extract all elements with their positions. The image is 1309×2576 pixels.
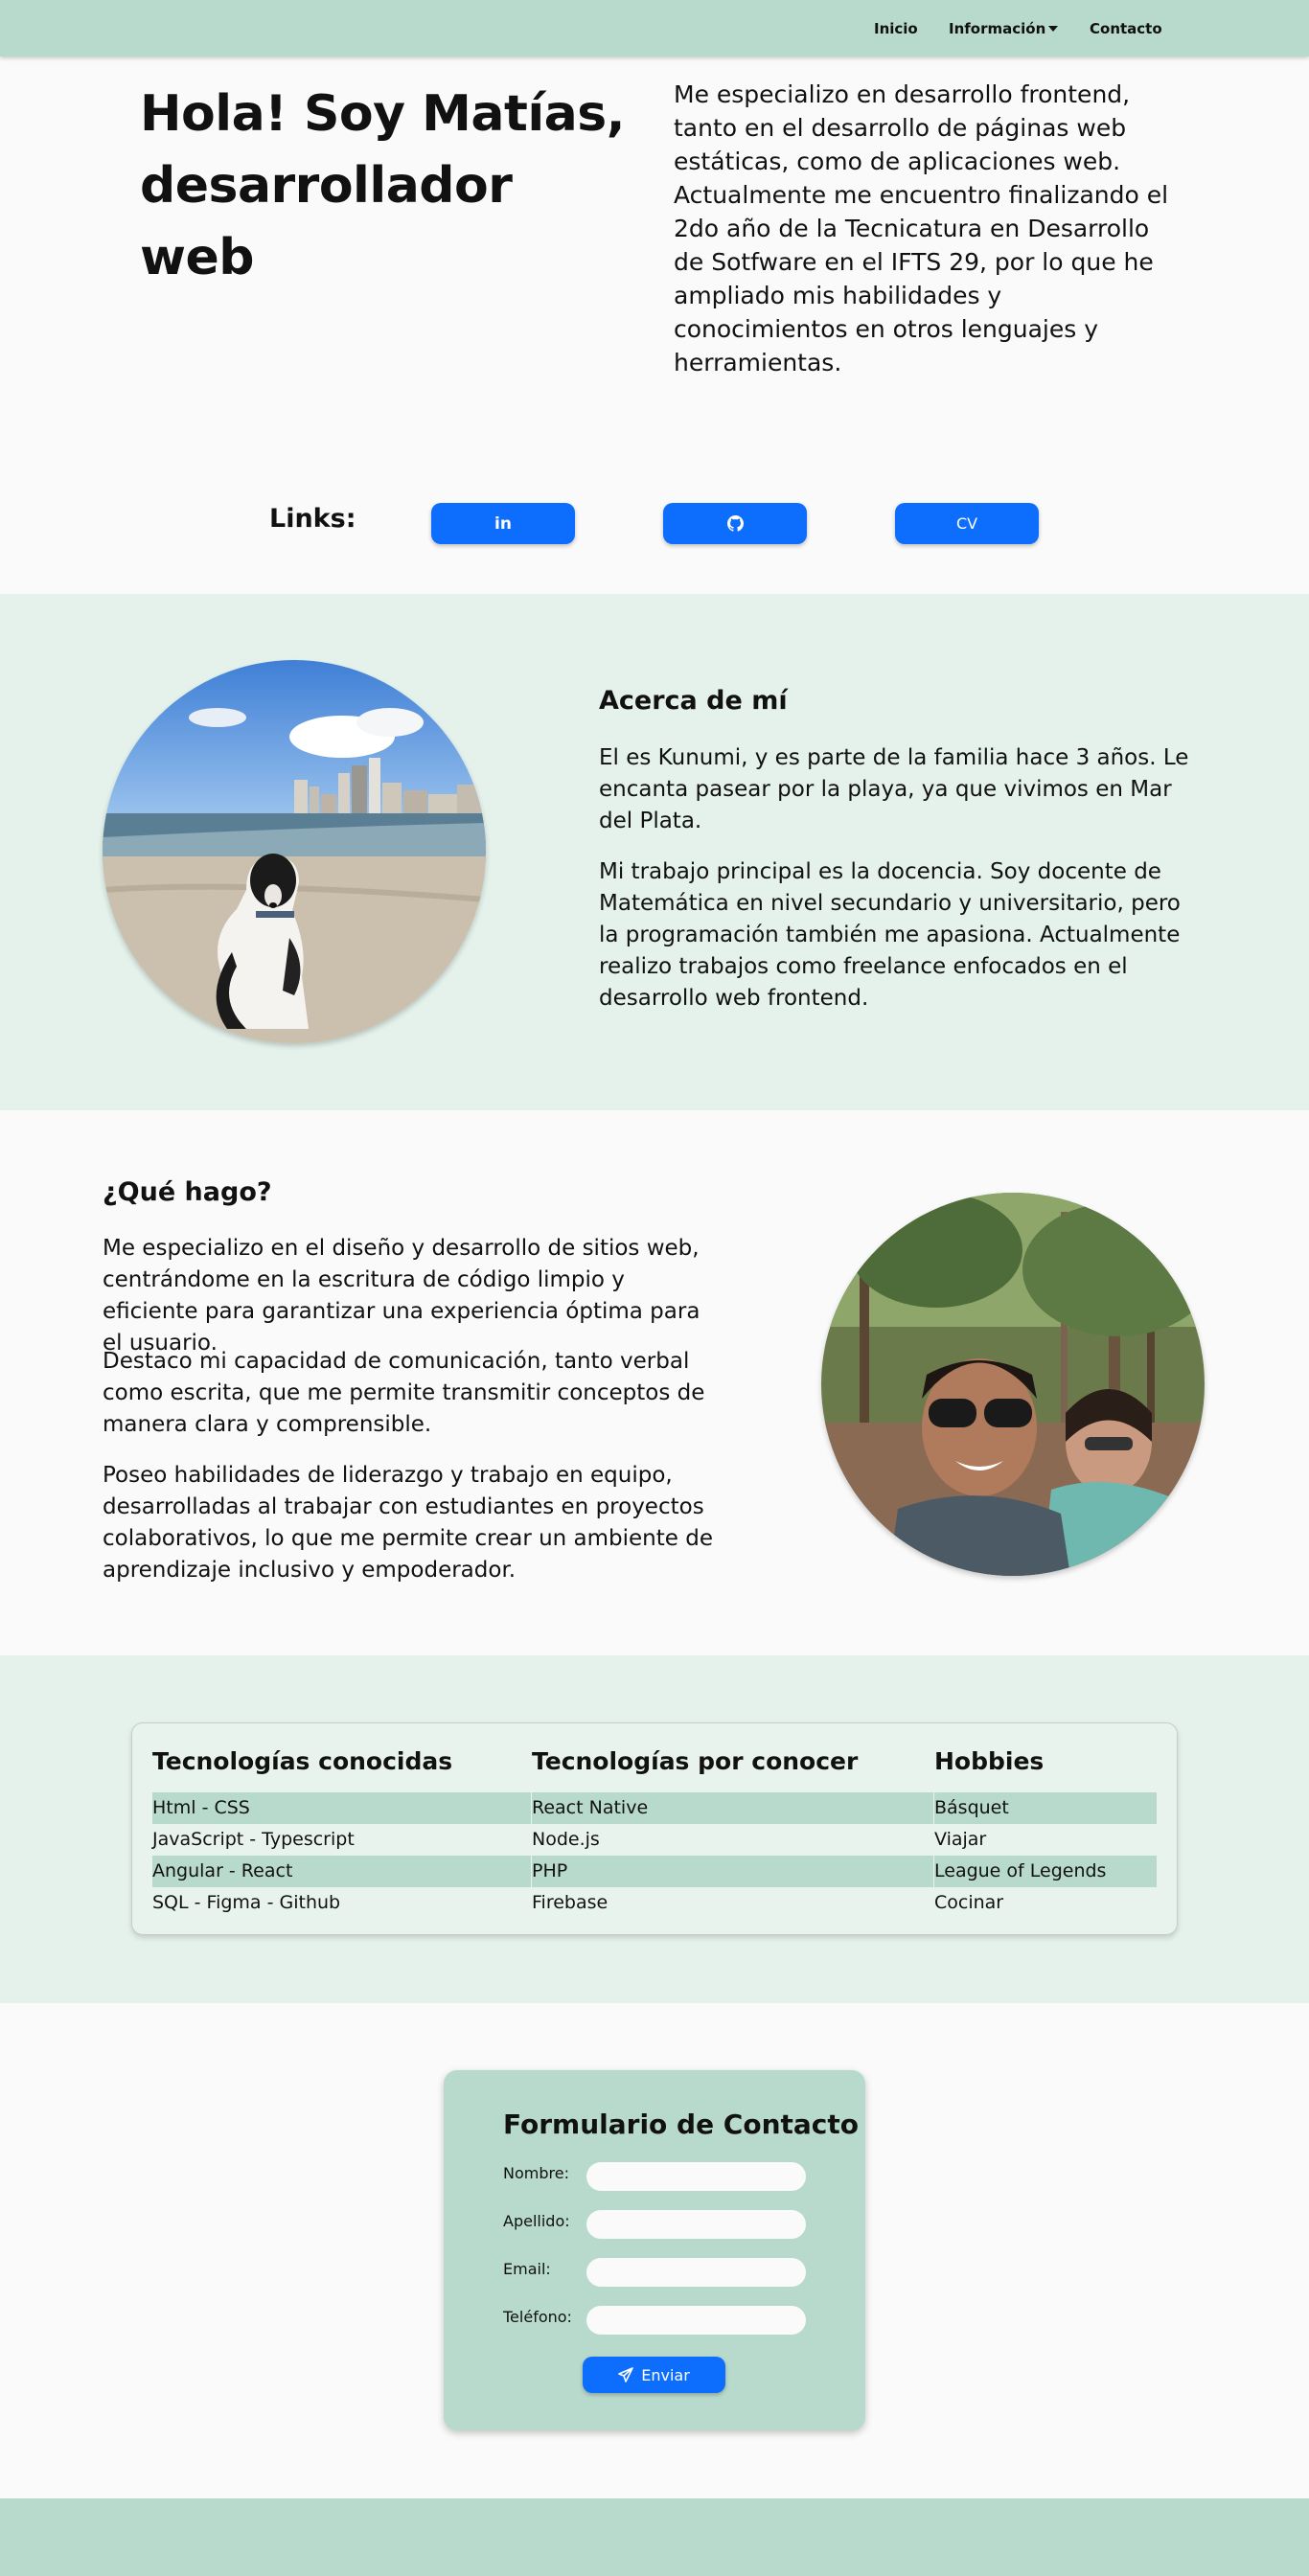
nombre-label: Nombre:: [503, 2164, 569, 2182]
email-input[interactable]: [586, 2258, 806, 2287]
github-icon: [726, 515, 744, 532]
github-button[interactable]: [663, 503, 807, 544]
dog-photo: [103, 660, 486, 1043]
selfie-photo: [821, 1193, 1205, 1576]
nombre-input[interactable]: [586, 2162, 806, 2191]
tech-column-known: Tecnologías conocidas Html - CSS JavaScr…: [152, 1744, 531, 1919]
hero-title: Hola! Soy Matías, desarrollador web: [140, 79, 638, 294]
tech-item: React Native: [532, 1792, 933, 1824]
tech-column-title: Tecnologías por conocer: [532, 1747, 859, 1775]
tech-item: Angular - React: [152, 1856, 531, 1887]
email-label: Email:: [503, 2260, 551, 2278]
nav-dropdown-informacion[interactable]: Información: [949, 20, 1059, 37]
what-title: ¿Qué hago?: [103, 1177, 272, 1207]
cv-button[interactable]: CV: [895, 503, 1039, 544]
what-paragraph-3: Poseo habilidades de liderazgo y trabajo…: [103, 1463, 713, 1583]
about-paragraph-1: El es Kunumi, y es parte de la familia h…: [599, 745, 1189, 833]
apellido-input[interactable]: [586, 2210, 806, 2239]
what-paragraph-1: Me especializo en el diseño y desarrollo…: [103, 1236, 700, 1356]
selfie-forest-image: [821, 1193, 1205, 1576]
what-paragraph-2: Destaco mi capacidad de comunicación, ta…: [103, 1349, 705, 1437]
tech-item: Cocinar: [934, 1892, 1004, 1913]
nav-dropdown-label: Información: [949, 20, 1046, 37]
tech-item: Firebase: [532, 1892, 609, 1913]
hero-title-line-2: desarrollador web: [140, 157, 513, 286]
apellido-label: Apellido:: [503, 2212, 570, 2230]
tech-section: Tecnologías conocidas Html - CSS JavaScr…: [0, 1655, 1309, 2003]
tech-item: Básquet: [934, 1792, 1157, 1824]
tech-column-hobbies: Hobbies Básquet Viajar League of Legends…: [934, 1744, 1157, 1919]
dog-beach-image: [103, 660, 486, 1043]
send-icon: [618, 2367, 634, 2382]
navbar: Inicio Información Contacto: [0, 0, 1309, 57]
about-section: Acerca de mí El es Kunumi, y es parte de…: [0, 594, 1309, 1110]
tech-item: Viajar: [934, 1829, 987, 1850]
tech-card: Tecnologías conocidas Html - CSS JavaScr…: [131, 1722, 1178, 1935]
telefono-label: Teléfono:: [503, 2308, 572, 2326]
contact-form-title: Formulario de Contacto: [503, 2109, 860, 2140]
linkedin-button[interactable]: in: [431, 503, 575, 544]
tech-item: Node.js: [532, 1829, 600, 1850]
nav-link-inicio[interactable]: Inicio: [874, 20, 918, 37]
caret-down-icon: [1048, 26, 1059, 32]
tech-column-title: Hobbies: [934, 1747, 1045, 1775]
tech-item: League of Legends: [934, 1856, 1157, 1887]
send-button-label: Enviar: [641, 2365, 690, 2384]
footer: [0, 2498, 1309, 2576]
hero-title-line-1: Hola! Soy Matías,: [140, 85, 625, 143]
tech-item: JavaScript - Typescript: [152, 1829, 355, 1850]
telefono-input[interactable]: [586, 2306, 806, 2335]
tech-item: Html - CSS: [152, 1792, 531, 1824]
tech-item: SQL - Figma - Github: [152, 1892, 341, 1913]
tech-column-title: Tecnologías conocidas: [152, 1747, 453, 1775]
nav-link-contacto[interactable]: Contacto: [1090, 20, 1162, 37]
tech-item: PHP: [532, 1856, 933, 1887]
linkedin-icon: in: [494, 513, 512, 534]
hero-intro: Me especializo en desarrollo frontend, t…: [674, 80, 1169, 376]
cv-button-label: CV: [955, 514, 978, 533]
links-label: Links:: [269, 504, 356, 534]
about-title: Acerca de mí: [599, 686, 788, 716]
tech-column-to-learn: Tecnologías por conocer React Native Nod…: [532, 1744, 933, 1919]
contact-form: Formulario de Contacto Nombre: Apellido:…: [444, 2070, 865, 2430]
send-button[interactable]: Enviar: [583, 2357, 725, 2393]
about-paragraph-2: Mi trabajo principal es la docencia. Soy…: [599, 859, 1181, 1011]
